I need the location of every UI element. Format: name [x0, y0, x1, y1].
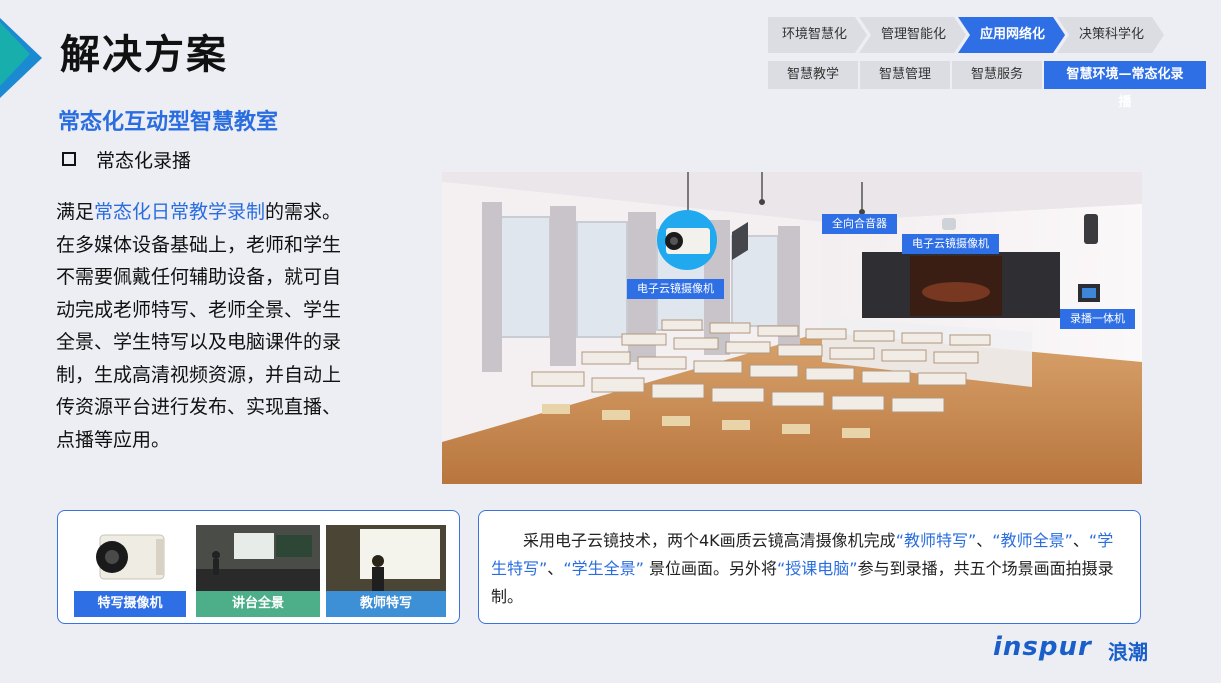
subtab-2[interactable]: 智慧服务: [952, 61, 1042, 89]
desc-rest: 的需求。在多媒体设备基础上，老师和学生不需要佩戴任何辅助设备，就可自动完成老师特…: [56, 201, 342, 451]
bullet-text: 常态化录播: [96, 150, 192, 172]
description: 满足常态化日常教学录制的需求。在多媒体设备基础上，老师和学生不需要佩戴任何辅助设…: [56, 196, 348, 456]
thumb-closeup-camera[interactable]: 特写摄像机: [74, 525, 186, 617]
tag-speaker: 全向合音器: [822, 214, 897, 234]
thumb-label-2: 教师特写: [326, 591, 446, 617]
step-tab-0[interactable]: 环境智慧化: [768, 17, 867, 53]
teacher-photo: [326, 525, 446, 591]
info-h1: “教师特写”: [895, 531, 977, 550]
desc-prefix: 满足: [56, 201, 95, 223]
bullet-square-icon: [62, 152, 76, 166]
classroom-illustration: 电子云镜摄像机 全向合音器 电子云镜摄像机 录播一体机: [442, 172, 1142, 484]
info-h4: “学生全景”: [563, 559, 644, 578]
subtab-3[interactable]: 智慧环境—常态化录播: [1044, 61, 1206, 110]
header-accent-triangle-inner: [0, 22, 30, 86]
info-s1: 、: [976, 531, 993, 550]
camera-icon: [96, 534, 165, 580]
step-tab-2[interactable]: 应用网络化: [958, 17, 1065, 53]
step-tab-3[interactable]: 决策科学化: [1057, 17, 1164, 53]
tag-recorder: 录播一体机: [1060, 309, 1135, 329]
podium-photo: [196, 525, 320, 591]
step-tab-1[interactable]: 管理智能化: [859, 17, 966, 53]
section-subtitle: 常态化互动型智慧教室: [58, 110, 279, 135]
subtab-1[interactable]: 智慧管理: [860, 61, 950, 89]
info-s2: 、: [1072, 531, 1089, 550]
classroom-svg: [442, 172, 1142, 484]
thumbnail-panel: 特写摄像机 讲台全景 教师特写: [57, 510, 460, 624]
info-h2: “教师全景”: [992, 531, 1073, 550]
brand-logo-cn: 浪潮: [1108, 640, 1148, 664]
thumb-teacher-closeup[interactable]: 教师特写: [326, 525, 446, 617]
page-title: 解决方案: [60, 32, 228, 78]
tag-camera-right: 电子云镜摄像机: [902, 234, 999, 254]
step-nav: 环境智慧化 管理智能化 应用网络化 决策科学化: [768, 17, 1156, 53]
brand-logo: inspur: [993, 632, 1092, 662]
desc-highlight: 常态化日常教学录制: [94, 201, 266, 223]
subtab-0[interactable]: 智慧教学: [768, 61, 858, 89]
info-text: 采用电子云镜技术，两个4K画质云镜高清摄像机完成“教师特写”、“教师全景”、“学…: [491, 527, 1127, 611]
thumb-label-1: 讲台全景: [196, 591, 320, 617]
info-p2: 景位画面。另外将: [643, 559, 777, 578]
thumb-label-0: 特写摄像机: [74, 591, 186, 617]
info-panel: 采用电子云镜技术，两个4K画质云镜高清摄像机完成“教师特写”、“教师全景”、“学…: [478, 510, 1141, 624]
sub-nav: 智慧教学 智慧管理 智慧服务 智慧环境—常态化录播: [768, 61, 1206, 110]
tag-camera-left: 电子云镜摄像机: [627, 279, 724, 299]
info-h5: “授课电脑”: [777, 559, 858, 578]
info-s3: 、: [547, 559, 564, 578]
thumb-podium-panorama[interactable]: 讲台全景: [196, 525, 320, 617]
info-p1: 采用电子云镜技术，两个4K画质云镜高清摄像机完成: [523, 531, 896, 550]
